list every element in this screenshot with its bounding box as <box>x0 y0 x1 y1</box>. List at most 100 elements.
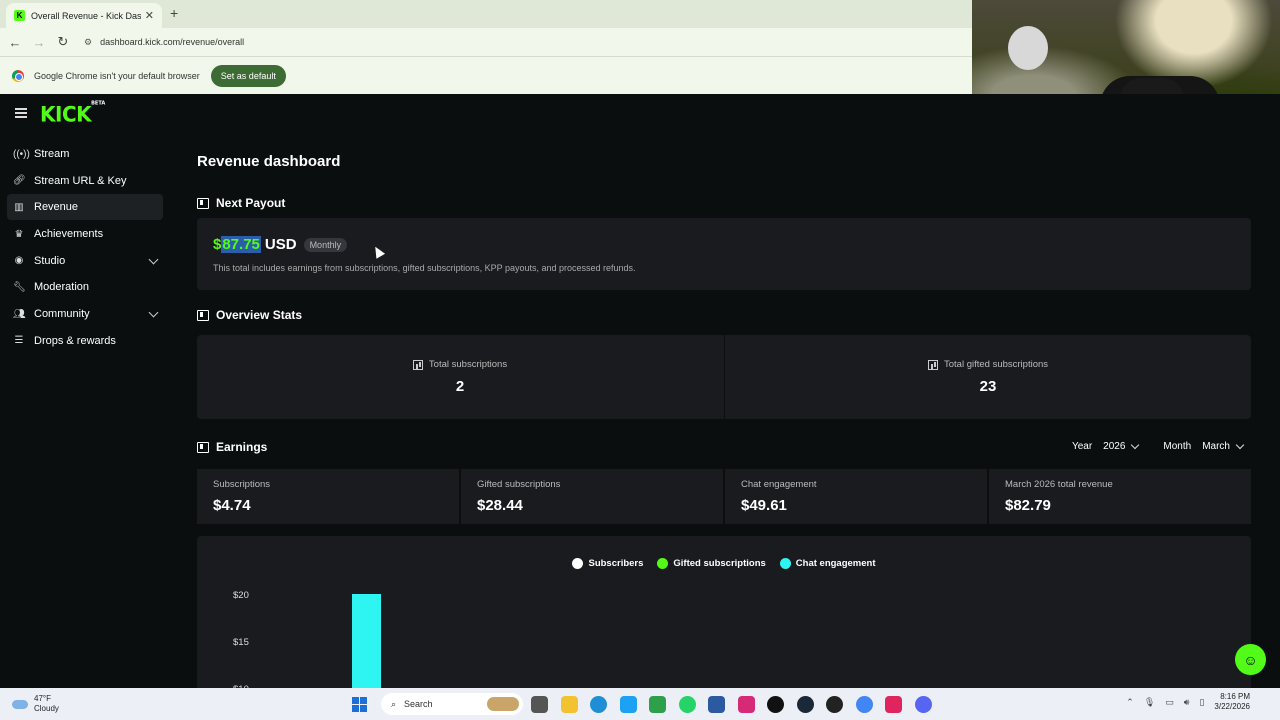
network-icon[interactable]: ▭ <box>1165 697 1174 708</box>
edge-icon[interactable] <box>590 695 607 713</box>
file-explorer-icon[interactable] <box>560 695 578 713</box>
instagram-icon[interactable] <box>737 695 755 713</box>
sidebar-item-drops[interactable]: ☰ Drops & rewards <box>7 328 163 354</box>
kick-favicon-icon: K <box>14 10 25 21</box>
weather-widget[interactable]: 47°F Cloudy <box>12 694 59 714</box>
infobar-text: Google Chrome isn't your default browser <box>34 70 200 81</box>
overview-stats-heading: Overview Stats <box>197 308 302 322</box>
next-payout-heading: Next Payout <box>197 196 285 210</box>
chevron-down-icon <box>1131 440 1140 450</box>
earnings-chart: $20$15$10 <box>233 590 381 688</box>
chart-icon: ▥ <box>14 201 24 213</box>
chevron-down-icon[interactable] <box>148 254 159 265</box>
wrench-icon: 🔧︎ <box>13 281 26 293</box>
forward-icon[interactable]: → <box>27 35 51 50</box>
earnings-card-subscriptions: Subscriptions $4.74 <box>197 469 459 524</box>
sidebar-item-label: Moderation <box>34 281 90 294</box>
payout-icon <box>197 197 209 209</box>
studio-icon: ◉ <box>14 255 24 267</box>
stat-total-subscriptions: Total subscriptions 2 <box>197 335 723 419</box>
microphone-icon[interactable]: 🎙︎ <box>1144 697 1155 708</box>
task-view-icon[interactable] <box>531 695 548 713</box>
earnings-chart-card: Subscribers Gifted subscriptions Chat en… <box>197 536 1251 688</box>
frequency-badge: Monthly <box>303 237 348 252</box>
close-tab-icon[interactable]: ✕ <box>145 9 154 22</box>
steam-icon[interactable] <box>796 695 814 713</box>
set-default-button[interactable]: Set as default <box>210 64 286 87</box>
sidebar: ((•)) Stream 🔗︎ Stream URL & Key ▥ Reven… <box>7 141 163 355</box>
windows-start-icon[interactable] <box>352 696 367 712</box>
earnings-card-chat: Chat engagement $49.61 <box>725 469 987 524</box>
url-text: dashboard.kick.com/revenue/overall <box>100 37 245 47</box>
clock[interactable]: 8:16 PM 3/22/2026 <box>1214 692 1250 712</box>
screen: K Overall Revenue - Kick Dashbo ✕ + ← → … <box>0 0 1280 720</box>
community-icon: 👥︎ <box>13 308 26 320</box>
browser-tab-bar: K Overall Revenue - Kick Dashbo ✕ + <box>0 0 972 28</box>
hamburger-menu-icon[interactable] <box>15 108 27 118</box>
kick-logo[interactable]: KICKBETA <box>40 101 105 127</box>
cloud-icon <box>12 699 28 709</box>
sidebar-item-label: Revenue <box>34 201 79 214</box>
sidebar-item-stream-url[interactable]: 🔗︎ Stream URL & Key <box>7 168 163 194</box>
search-icon: ⌕ <box>391 698 397 709</box>
store-icon[interactable] <box>708 695 725 713</box>
earnings-filters: Year 2026 Month March <box>1071 440 1245 452</box>
support-chat-icon[interactable]: ☺ <box>1235 644 1266 675</box>
whatsapp-icon[interactable] <box>678 695 696 713</box>
obs-icon[interactable] <box>826 695 843 713</box>
sidebar-item-moderation[interactable]: 🔧︎ Moderation <box>7 274 163 300</box>
xbox-icon[interactable] <box>649 695 666 713</box>
bar-chat-engagement[interactable] <box>352 594 381 688</box>
payout-amount: $87.75 USD Monthly <box>213 236 348 253</box>
browser-tab[interactable]: K Overall Revenue - Kick Dashbo ✕ <box>6 3 162 28</box>
month-select[interactable]: March <box>1202 440 1245 452</box>
helmet-shape <box>1008 26 1048 70</box>
system-tray: ⌃ 🎙︎ ▭ 🔊︎ ▯ 8:16 PM 3/22/2026 <box>1126 692 1280 712</box>
battery-icon[interactable]: ▯ <box>1199 697 1204 708</box>
twitter-icon[interactable] <box>619 695 637 713</box>
overview-stats-card: Total subscriptions 2 Total gifted subsc… <box>197 335 1251 419</box>
url-field[interactable]: ⚙ dashboard.kick.com/revenue/overall <box>84 32 964 52</box>
page-title: Revenue dashboard <box>197 153 341 170</box>
kick-dashboard: KICKBETA ((•)) Stream 🔗︎ Stream URL & Ke… <box>0 94 1280 688</box>
sidebar-item-label: Stream URL & Key <box>34 174 127 187</box>
chevron-up-icon[interactable]: ⌃ <box>1126 697 1134 708</box>
drops-icon: ☰ <box>14 335 24 347</box>
sidebar-item-achievements[interactable]: ♛ Achievements <box>7 221 163 247</box>
chrome-icon[interactable] <box>855 695 873 713</box>
back-icon[interactable]: ← <box>3 35 27 50</box>
earnings-heading: Earnings <box>197 440 267 454</box>
site-info-icon[interactable]: ⚙ <box>84 37 92 48</box>
discord-icon[interactable] <box>914 695 932 713</box>
chevron-down-icon <box>1235 440 1245 450</box>
tiktok-live-icon[interactable] <box>885 695 902 713</box>
stats-icon <box>197 309 209 321</box>
y-tick-label: $20 <box>233 590 249 601</box>
taskbar-apps: ⌕ Search <box>352 693 944 715</box>
chevron-down-icon[interactable] <box>148 307 159 318</box>
earnings-card-total: March 2026 total revenue $82.79 <box>989 469 1251 524</box>
sidebar-item-label: Studio <box>34 254 66 267</box>
chrome-logo-icon <box>12 69 24 82</box>
sidebar-item-stream[interactable]: ((•)) Stream <box>7 141 163 167</box>
stat-total-gifted-subscriptions: Total gifted subscriptions 23 <box>725 335 1251 419</box>
sidebar-item-community[interactable]: 👥︎ Community <box>7 301 163 327</box>
year-select[interactable]: 2026 <box>1103 440 1140 452</box>
windows-taskbar: 47°F Cloudy ⌕ Search ⌃ 🎙︎ ▭ 🔊︎ ▯ 8:16 PM… <box>0 688 1280 720</box>
search-highlight-icon <box>487 697 519 711</box>
reload-icon[interactable]: ↻ <box>51 34 75 50</box>
sidebar-item-revenue[interactable]: ▥ Revenue <box>7 194 163 221</box>
sidebar-item-studio[interactable]: ◉ Studio <box>7 248 163 274</box>
speaker-icon[interactable]: 🔊︎ <box>1184 697 1190 708</box>
taskbar-search[interactable]: ⌕ Search <box>381 693 523 715</box>
y-tick-label: $15 <box>233 637 249 648</box>
stream-icon: ((•)) <box>13 148 30 160</box>
new-tab-icon[interactable]: + <box>170 5 178 21</box>
year-label: Year <box>1071 441 1093 452</box>
tab-title: Overall Revenue - Kick Dashbo <box>31 10 141 21</box>
sidebar-item-label: Stream <box>34 148 70 160</box>
payout-description: This total includes earnings from subscr… <box>213 263 636 273</box>
tiktok-icon[interactable] <box>767 695 784 713</box>
sidebar-item-label: Drops & rewards <box>34 334 116 347</box>
earnings-card-gifted: Gifted subscriptions $28.44 <box>461 469 723 524</box>
